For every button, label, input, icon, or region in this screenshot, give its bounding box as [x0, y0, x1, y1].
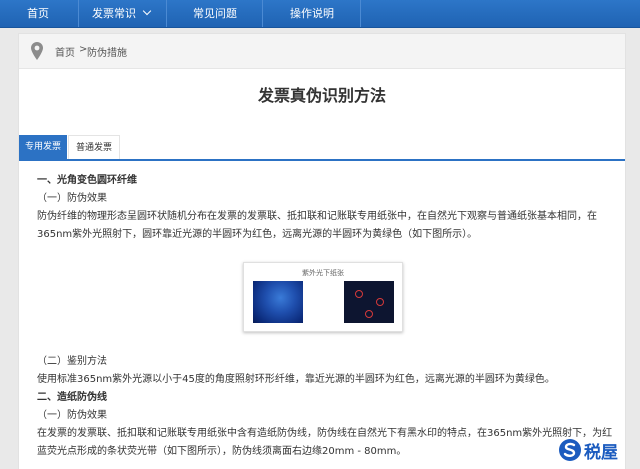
map-pin-icon [31, 42, 43, 60]
shuiwu-watermark-logo: 税屋 [556, 436, 640, 464]
chevron-down-icon [142, 6, 152, 16]
nav-divider [166, 0, 167, 27]
nav-item-faq[interactable]: 常见问题 [193, 0, 237, 27]
uv-paper-figure: 紫外光下纸张 [243, 262, 403, 332]
tab-general-invoice[interactable]: 普通发票 [68, 135, 120, 159]
section-1-method-paragraph: 使用标准365nm紫外光源以小于45度的角度照射环形纤维，靠近光源的半圆环为红色… [37, 374, 555, 385]
fiber-ring [365, 310, 373, 318]
nav-item-label: 发票常识 [92, 7, 136, 20]
uv-paper-image-left [253, 281, 303, 323]
tab-underline [19, 159, 625, 161]
nav-divider [360, 0, 361, 27]
section-2-heading: 二、造纸防伪线 [37, 392, 107, 403]
nav-item-invoice-knowledge[interactable]: 发票常识 [92, 0, 152, 27]
section-1-heading: 一、光角变色圆环纤维 [37, 175, 137, 186]
breadcrumb: 首页 > 防伪措施 [19, 34, 625, 69]
figure-caption: 紫外光下纸张 [302, 269, 344, 277]
page-title: 发票真伪识别方法 [257, 86, 386, 105]
section-1-subheading-effect: （一）防伪效果 [37, 193, 107, 204]
shuiwu-logo-icon [559, 439, 581, 461]
fiber-ring [355, 290, 363, 298]
content-panel: 首页 > 防伪措施 发票真伪识别方法 专用发票 普通发票 一、光角变色圆环纤维 … [18, 33, 626, 469]
section-1-paragraph-line: 365nm紫外光照射下，圆环靠近光源的半圆环为红色，远离光源的半圆环为黄绿色（如… [37, 229, 478, 240]
section-1-paragraph-line: 防伪纤维的物理形态呈圆环状随机分布在发票的发票联、抵扣联和记账联专用纸张中，在自… [37, 211, 597, 222]
top-nav-bar: 首页 发票常识 常见问题 操作说明 [0, 0, 640, 28]
section-2-subheading-effect: （一）防伪效果 [37, 410, 107, 421]
nav-item-home[interactable]: 首页 [27, 0, 49, 27]
fiber-ring [376, 298, 384, 306]
breadcrumb-current: 防伪措施 [87, 48, 127, 59]
uv-paper-image-right [344, 281, 394, 323]
section-2-paragraph-line: 在发票的发票联、抵扣联和记账联专用纸张中含有造纸防伪线，防伪线在自然光下有黑水印… [37, 428, 613, 439]
section-1-subheading-method: （二）鉴别方法 [37, 356, 107, 367]
tab-special-invoice[interactable]: 专用发票 [19, 135, 67, 159]
watermark-text: 税屋 [584, 443, 618, 463]
nav-divider [78, 0, 79, 27]
nav-divider [262, 0, 263, 27]
nav-item-instructions[interactable]: 操作说明 [290, 0, 334, 27]
breadcrumb-home-link[interactable]: 首页 [55, 44, 75, 59]
section-2-paragraph-line: 蓝荧光点形成的条状荧光带（如下图所示），防伪线须离面右边缘20mm - 80mm… [37, 446, 407, 457]
